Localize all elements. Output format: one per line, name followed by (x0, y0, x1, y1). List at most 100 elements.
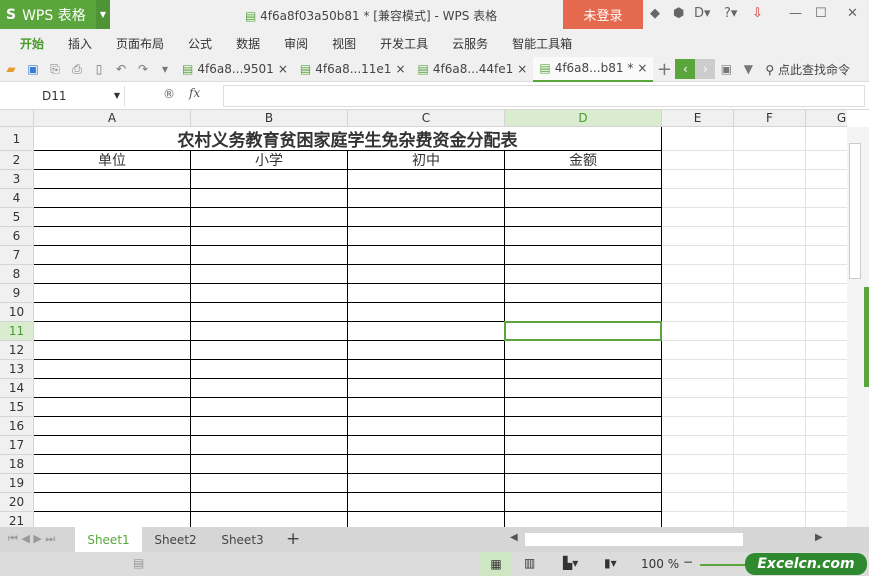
cell-E1[interactable] (662, 127, 734, 151)
cell-F5[interactable] (734, 208, 806, 227)
zoom-slider[interactable] (700, 564, 750, 566)
cell-D12[interactable] (505, 341, 662, 360)
scroll-left-icon[interactable]: ◀ (510, 532, 518, 543)
cell-E18[interactable] (662, 455, 734, 474)
cell-G12[interactable] (806, 341, 847, 360)
cell-G2[interactable] (806, 151, 847, 170)
cell-F3[interactable] (734, 170, 806, 189)
chevron-down-icon[interactable]: ▼ (96, 0, 110, 29)
cell-D6[interactable] (505, 227, 662, 246)
cell-D9[interactable] (505, 284, 662, 303)
cell-A6[interactable] (34, 227, 191, 246)
new-tab-icon[interactable]: + (653, 59, 675, 80)
cell-C12[interactable] (348, 341, 505, 360)
document-tab[interactable]: ▤ 4f6a8...44fe1 × (412, 57, 534, 82)
search-command[interactable]: ⚲ 点此查找命令 (765, 61, 850, 78)
cell-B9[interactable] (191, 284, 348, 303)
normal-view-icon[interactable]: ▦ (480, 552, 512, 576)
scroll-right-icon[interactable]: ▶ (815, 532, 823, 543)
cell-D13[interactable] (505, 360, 662, 379)
cell-E4[interactable] (662, 189, 734, 208)
cell-F20[interactable] (734, 493, 806, 512)
cell-D16[interactable] (505, 417, 662, 436)
print-preview-icon[interactable]: ▯ (88, 62, 110, 76)
row-header-4[interactable]: 4 (0, 189, 34, 208)
cell-A15[interactable] (34, 398, 191, 417)
row-header-19[interactable]: 19 (0, 474, 34, 493)
cell-G18[interactable] (806, 455, 847, 474)
row-header-8[interactable]: 8 (0, 265, 34, 284)
menu-tab-5[interactable]: 审阅 (272, 35, 320, 52)
cell-G20[interactable] (806, 493, 847, 512)
cell-D10[interactable] (505, 303, 662, 322)
cell-A21[interactable] (34, 512, 191, 527)
cell-C14[interactable] (348, 379, 505, 398)
cell-B10[interactable] (191, 303, 348, 322)
row-header-1[interactable]: 1 (0, 127, 34, 151)
cell-D7[interactable] (505, 246, 662, 265)
menu-tab-6[interactable]: 视图 (320, 35, 368, 52)
row-header-11[interactable]: 11 (0, 322, 34, 341)
cell-F2[interactable] (734, 151, 806, 170)
cell-F11[interactable] (734, 322, 806, 341)
cell-B7[interactable] (191, 246, 348, 265)
document-tab[interactable]: ▤ 4f6a8...9501 × (176, 57, 294, 82)
cell-A18[interactable] (34, 455, 191, 474)
document-tab[interactable]: ▤ 4f6a8...b81 * × (533, 56, 654, 82)
row-header-10[interactable]: 10 (0, 303, 34, 322)
cell-D17[interactable] (505, 436, 662, 455)
cell-B12[interactable] (191, 341, 348, 360)
formula-input[interactable] (223, 85, 865, 107)
cell-D8[interactable] (505, 265, 662, 284)
cell-D15[interactable] (505, 398, 662, 417)
cell-E17[interactable] (662, 436, 734, 455)
cell-C4[interactable] (348, 189, 505, 208)
horizontal-scrollbar[interactable] (525, 533, 743, 546)
cell-B2[interactable]: 小学 (191, 151, 348, 170)
cell-G21[interactable] (806, 512, 847, 527)
cell-B16[interactable] (191, 417, 348, 436)
cell-G9[interactable] (806, 284, 847, 303)
row-header-16[interactable]: 16 (0, 417, 34, 436)
function-icon[interactable]: fx (189, 86, 200, 100)
cell-G13[interactable] (806, 360, 847, 379)
cell-E14[interactable] (662, 379, 734, 398)
cell-C19[interactable] (348, 474, 505, 493)
page-layout-icon[interactable]: ▙▾ (563, 556, 578, 570)
cell-A19[interactable] (34, 474, 191, 493)
menu-tab-3[interactable]: 公式 (176, 35, 224, 52)
cell-B18[interactable] (191, 455, 348, 474)
cell-G3[interactable] (806, 170, 847, 189)
menu-tab-7[interactable]: 开发工具 (368, 35, 440, 52)
cell-G6[interactable] (806, 227, 847, 246)
chevron-down-icon[interactable]: ▼ (114, 86, 120, 106)
cell-C2[interactable]: 初中 (348, 151, 505, 170)
login-button[interactable]: 未登录 (563, 0, 643, 29)
cell-E19[interactable] (662, 474, 734, 493)
close-tab-icon[interactable]: × (517, 62, 527, 76)
cell-B3[interactable] (191, 170, 348, 189)
help-icon[interactable]: ?▾ (724, 6, 737, 21)
menu-tab-0[interactable]: 开始 (0, 35, 56, 52)
cell-C16[interactable] (348, 417, 505, 436)
row-header-12[interactable]: 12 (0, 341, 34, 360)
cell-E10[interactable] (662, 303, 734, 322)
cell-G7[interactable] (806, 246, 847, 265)
cell-C13[interactable] (348, 360, 505, 379)
cell-D5[interactable] (505, 208, 662, 227)
close-tab-icon[interactable]: × (637, 61, 647, 75)
cell-C7[interactable] (348, 246, 505, 265)
column-header-F[interactable]: F (734, 110, 806, 127)
cell-B5[interactable] (191, 208, 348, 227)
close-icon[interactable]: ✕ (847, 6, 858, 21)
row-header-9[interactable]: 9 (0, 284, 34, 303)
export-pdf-icon[interactable]: ⎘ (44, 62, 66, 77)
cell-E21[interactable] (662, 512, 734, 527)
cell-A9[interactable] (34, 284, 191, 303)
zoom-formula-icon[interactable]: ® (163, 87, 175, 101)
column-header-G[interactable]: G (806, 110, 847, 127)
cell-F18[interactable] (734, 455, 806, 474)
sheet-tab-Sheet2[interactable]: Sheet2 (142, 527, 209, 552)
cell-G4[interactable] (806, 189, 847, 208)
cell-F19[interactable] (734, 474, 806, 493)
